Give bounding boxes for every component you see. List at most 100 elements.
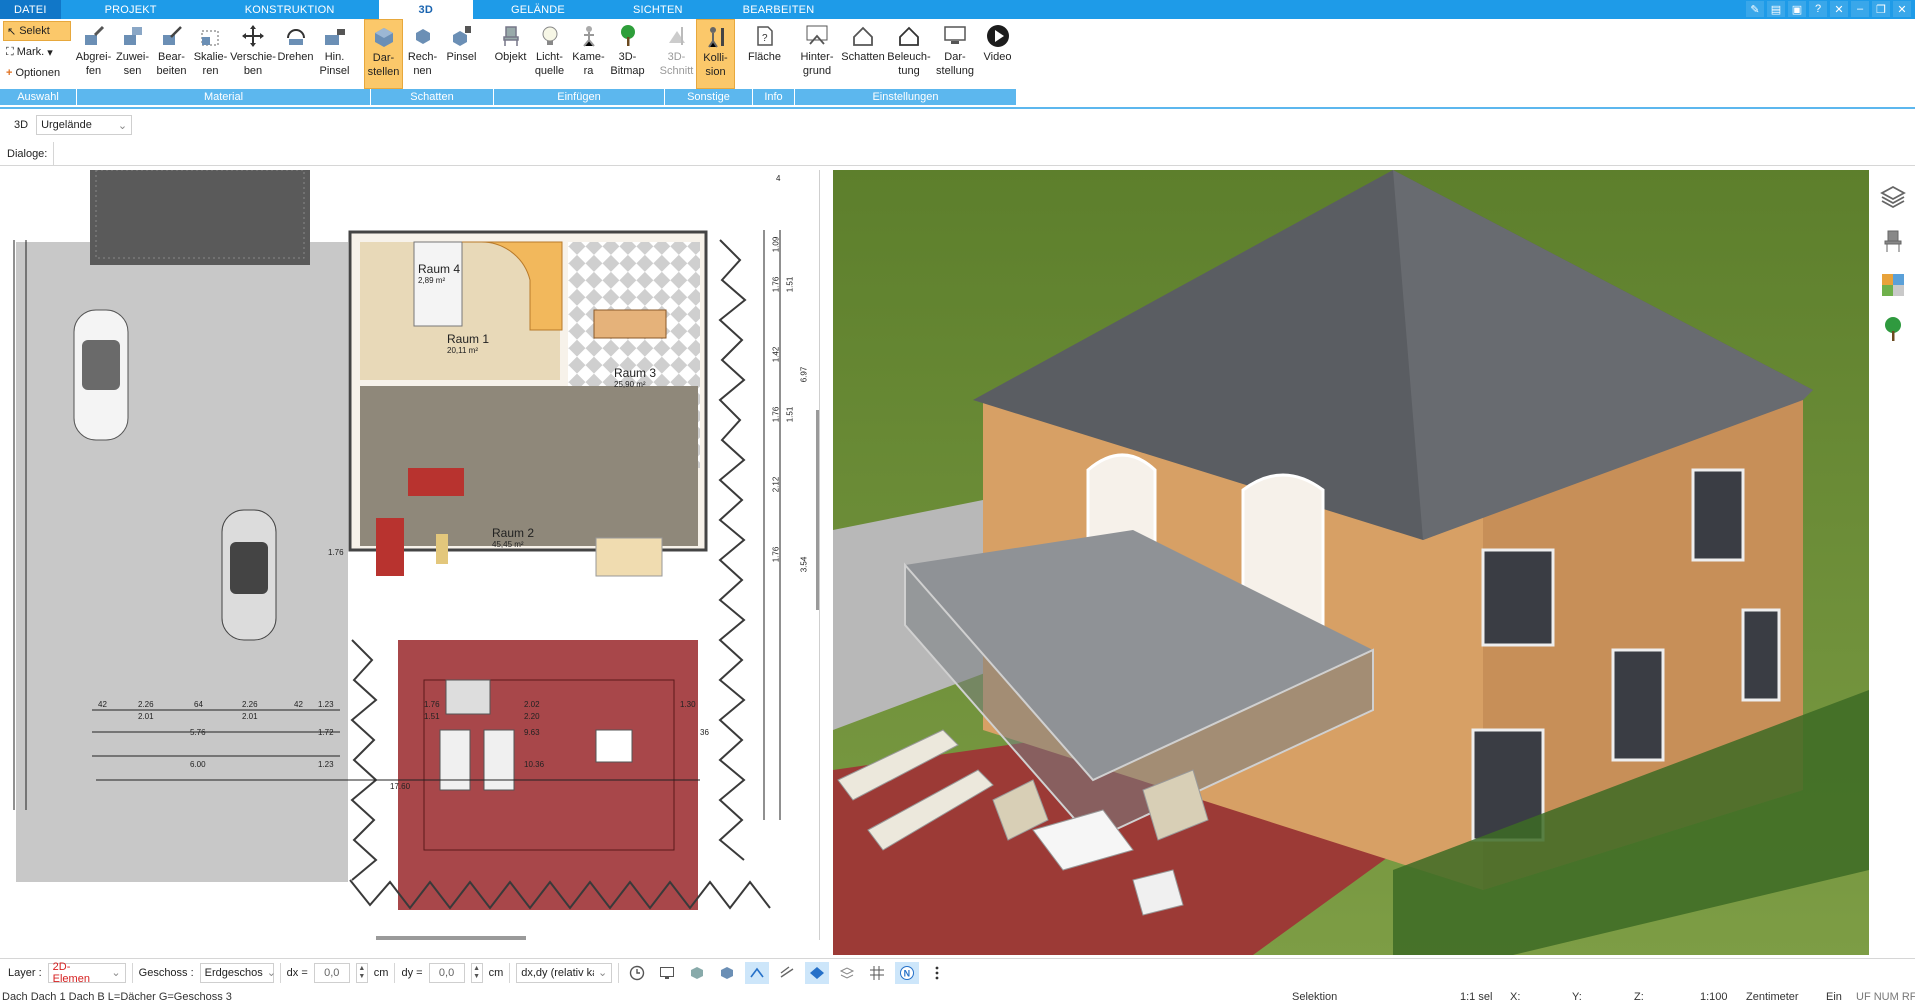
- plane-icon[interactable]: [805, 961, 830, 984]
- pinsel-button[interactable]: Pinsel: [442, 19, 481, 89]
- group-schatten: Schatten: [371, 89, 494, 105]
- kamera-button[interactable]: Kame- ra: [569, 19, 608, 89]
- bitmap3d-button[interactable]: 3D- Bitmap: [608, 19, 647, 89]
- separator: [509, 962, 511, 983]
- bearbeiten-label: Bear- beiten: [156, 51, 187, 77]
- zuweisen-button[interactable]: Zuwei- sen: [113, 19, 152, 89]
- chevron-down-icon: ⌄: [266, 967, 276, 979]
- schatten-button[interactable]: Schatten: [840, 19, 886, 89]
- dy-input[interactable]: 0,0: [428, 962, 465, 983]
- dimension-label: 6.00: [190, 760, 206, 769]
- tab-sichten[interactable]: SICHTEN: [603, 0, 713, 19]
- chair-catalog-icon[interactable]: [1878, 226, 1908, 256]
- darstellung-button[interactable]: Dar- stellung: [932, 19, 978, 89]
- kollision-label: Kolli- sion: [703, 52, 728, 78]
- dimension-label: 1.76: [771, 276, 781, 293]
- grid-icon[interactable]: [865, 962, 889, 984]
- background-house-icon: [806, 25, 828, 45]
- layers-icon[interactable]: [1878, 182, 1908, 212]
- room-area-raum1: 20,11 m²: [447, 346, 478, 355]
- cube-icon[interactable]: [715, 962, 739, 984]
- skalieren-label: Skalie- ren: [193, 51, 228, 77]
- dx-spinner[interactable]: ▲ ▼: [355, 962, 368, 983]
- more-options-icon[interactable]: [925, 962, 949, 984]
- video-button[interactable]: Video: [978, 19, 1017, 89]
- selection-column: ↖ Selekt ⛶ Mark. ▾ + Optionen: [0, 19, 74, 89]
- hintergrund-button[interactable]: Hinter- grund: [794, 19, 840, 89]
- floor-plan-view[interactable]: Raum 4 2,89 m² Raum 1 20,11 m² Raum 3 25…: [0, 170, 820, 940]
- layers-stack-icon[interactable]: [835, 962, 859, 984]
- abgreifen-button[interactable]: Abgrei- fen: [74, 19, 113, 89]
- group-einstellungen: Einstellungen: [795, 89, 1017, 105]
- kollision-button[interactable]: Kolli- sion: [696, 19, 735, 89]
- dimension-label: 1.30: [680, 700, 696, 709]
- darstellen-button[interactable]: Dar- stellen: [364, 19, 403, 89]
- hin-pinsel-button[interactable]: Hin. Pinsel: [315, 19, 354, 89]
- geschoss-dropdown[interactable]: Erdgeschos ⌄: [199, 962, 276, 983]
- tab-datei[interactable]: DATEI: [0, 0, 61, 19]
- plan-vertical-scroll-thumb[interactable]: [816, 410, 820, 610]
- close-window-icon[interactable]: ✕: [1893, 1, 1911, 17]
- objekt-button[interactable]: Objekt: [491, 19, 530, 89]
- close-icon[interactable]: ✕: [1830, 1, 1848, 17]
- terrain-dropdown[interactable]: Urgelände ⌄: [36, 115, 133, 135]
- textures-icon[interactable]: [1878, 270, 1908, 300]
- render-icon[interactable]: [685, 962, 709, 984]
- tab-bearbeiten[interactable]: BEARBEITEN: [713, 0, 845, 19]
- tools-icon[interactable]: ✎: [1746, 1, 1764, 17]
- help-icon[interactable]: ?: [1809, 1, 1827, 17]
- tab-konstruktion[interactable]: KONSTRUKTION: [201, 0, 379, 19]
- car-silver: [221, 509, 277, 641]
- abgreifen-label: Abgrei- fen: [75, 51, 112, 77]
- tab-projekt[interactable]: PROJEKT: [61, 0, 201, 19]
- layer-dropdown[interactable]: 2D-Elemen ⌄: [47, 961, 126, 985]
- snap-line-icon[interactable]: [745, 961, 770, 984]
- drehen-button[interactable]: Drehen: [276, 19, 315, 89]
- tab-3d[interactable]: 3D: [378, 0, 473, 19]
- kamera-label: Kame- ra: [572, 51, 605, 77]
- minimize-icon[interactable]: –: [1851, 1, 1869, 17]
- dimension-label: 2.12: [771, 476, 781, 493]
- dimension-label: 1.72: [318, 728, 334, 737]
- car-white: [73, 309, 129, 441]
- cube-render-icon: [374, 28, 393, 47]
- restore-icon[interactable]: ❐: [1872, 1, 1890, 17]
- bearbeiten-button[interactable]: Bear- beiten: [152, 19, 191, 89]
- chevron-down-icon: ⌄: [111, 967, 121, 979]
- video-label: Video: [983, 51, 1012, 63]
- selekt-button[interactable]: ↖ Selekt: [3, 21, 71, 41]
- tab-gelaende[interactable]: GELÄNDE: [473, 0, 603, 19]
- folder-icon[interactable]: ▤: [1767, 1, 1785, 17]
- north-icon[interactable]: N: [895, 961, 920, 984]
- status-z: Z:: [1634, 991, 1644, 1003]
- skalieren-button[interactable]: Skalie- ren: [191, 19, 230, 89]
- flaeche-button[interactable]: ? Fläche: [745, 19, 784, 89]
- lighting-house-icon: [899, 26, 919, 46]
- ribbon-panel: ↖ Selekt ⛶ Mark. ▾ + Optionen Abgrei- fe…: [0, 19, 1915, 107]
- plan-horizontal-scroll-thumb[interactable]: [376, 936, 526, 940]
- beleuchtung-button[interactable]: Beleuch- tung: [886, 19, 932, 89]
- terrain-value: Urgelände: [41, 119, 92, 131]
- mark-button[interactable]: ⛶ Mark. ▾: [3, 42, 71, 62]
- coordinate-mode-dropdown[interactable]: dx,dy (relativ ka ⌄: [516, 962, 613, 983]
- 3d-view[interactable]: [833, 170, 1869, 955]
- dimension-label: 4: [776, 174, 781, 183]
- screen-icon[interactable]: [655, 962, 679, 984]
- lichtquelle-button[interactable]: Licht- quelle: [530, 19, 569, 89]
- verschieben-button[interactable]: Verschie- ben: [230, 19, 276, 89]
- wall-hatch-icon[interactable]: [775, 962, 799, 984]
- window-icon[interactable]: ▣: [1788, 1, 1806, 17]
- schnitt3d-button[interactable]: 3D- Schnitt: [657, 19, 696, 89]
- dimension-label: 64: [194, 700, 203, 709]
- dx-input[interactable]: 0,0: [313, 962, 350, 983]
- plant-catalog-icon[interactable]: [1878, 314, 1908, 344]
- clock-icon[interactable]: [625, 962, 649, 984]
- rechnen-button[interactable]: Rech- nen: [403, 19, 442, 89]
- shadow-brush-icon: [452, 26, 471, 46]
- camera-person-icon: [582, 26, 595, 47]
- optionen-button[interactable]: + Optionen: [3, 63, 71, 83]
- dy-spinner[interactable]: ▲ ▼: [470, 962, 483, 983]
- group-einfuegen: Einfügen: [494, 89, 665, 105]
- lichtquelle-label: Licht- quelle: [534, 51, 565, 77]
- dimension-label: 1.76: [771, 406, 781, 423]
